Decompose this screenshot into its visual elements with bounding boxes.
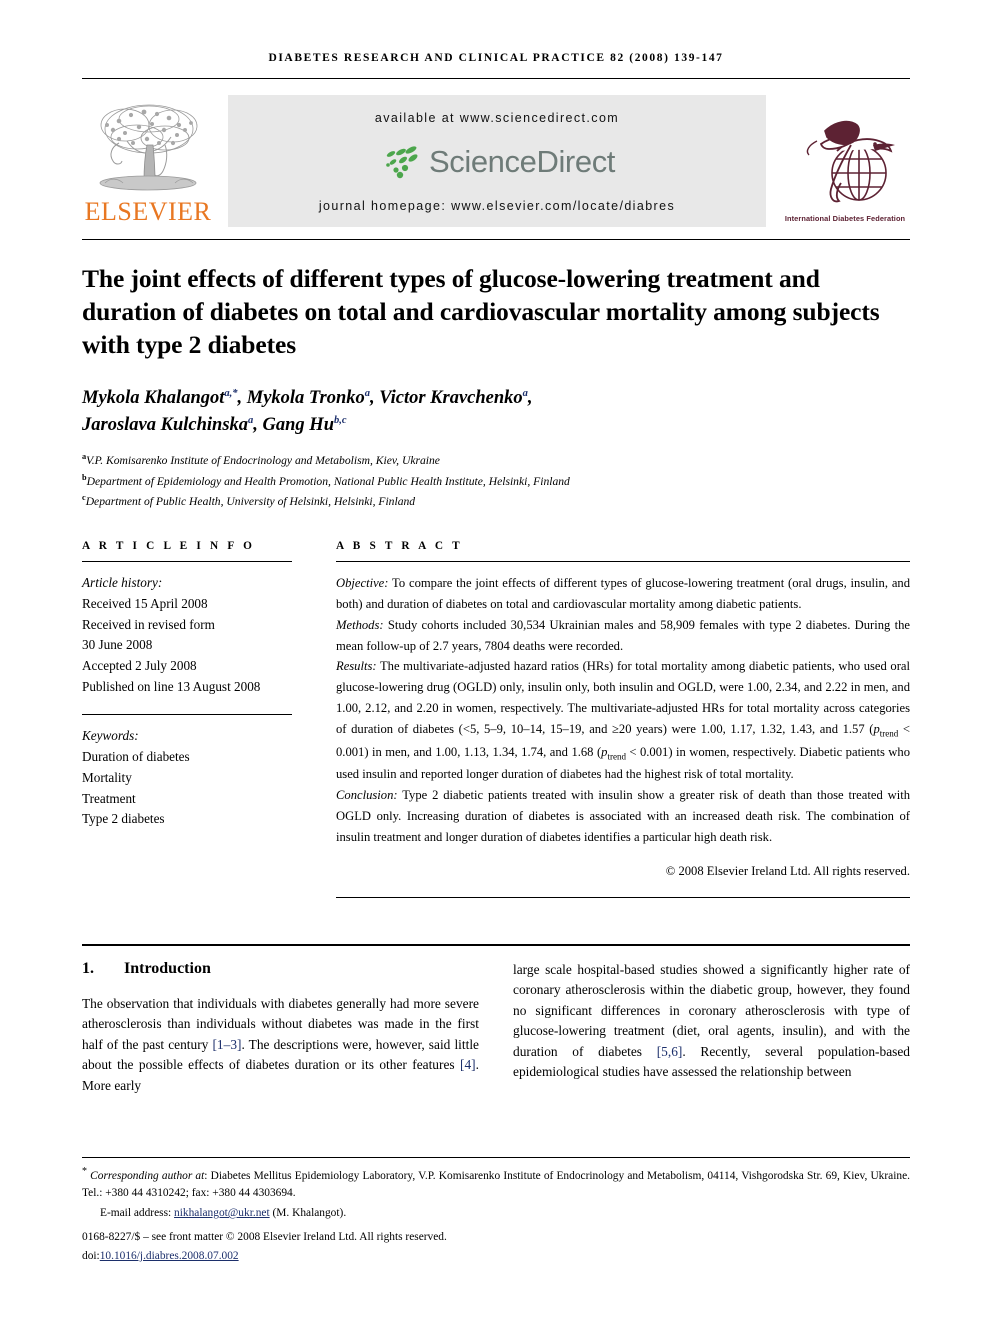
keyword-item: Treatment	[82, 790, 136, 806]
abstract-rule	[336, 560, 910, 562]
abstract-objective: Objective: To compare the joint effects …	[336, 573, 910, 615]
article-info-rule	[82, 560, 292, 562]
abstract-copyright: © 2008 Elsevier Ireland Ltd. All rights …	[665, 863, 910, 878]
author-4: Jaroslava Kulchinska	[82, 414, 249, 435]
abstract-methods: Methods: Study cohorts included 30,534 U…	[336, 615, 910, 657]
body-left-column: 1. Introduction The observation that ind…	[82, 960, 479, 1097]
doi-line: doi:10.1016/j.diabres.2008.07.002	[82, 1248, 910, 1265]
author-2-prefix: , Mykola Tronko	[237, 388, 365, 409]
author-1-affil-marker: a,*	[224, 388, 238, 400]
idf-bird-globe-icon	[791, 111, 899, 211]
available-at-text: available at www.sciencedirect.com	[374, 111, 620, 125]
body-columns: 1. Introduction The observation that ind…	[82, 960, 910, 1097]
affiliation-list: aV.P. Komisarenko Institute of Endocrino…	[82, 450, 910, 512]
keywords-rule	[82, 714, 292, 716]
abstract-column: A B S T R A C T Objective: To compare th…	[314, 540, 910, 898]
abstract-results: Results: The multivariate-adjusted hazar…	[336, 656, 910, 784]
footnote-region: * Corresponding author at: Diabetes Mell…	[0, 1156, 992, 1265]
asterisk-icon: *	[82, 1165, 87, 1177]
abstract-conclusion-label: Conclusion:	[336, 787, 398, 802]
banner-divider	[82, 239, 910, 240]
elsevier-logo: ELSEVIER	[82, 95, 214, 227]
email-label: E-mail address:	[100, 1207, 172, 1220]
page-title: The joint effects of different types of …	[82, 264, 880, 360]
footnotes: * Corresponding author at: Diabetes Mell…	[82, 1164, 910, 1265]
section-heading-introduction: 1. Introduction	[82, 960, 479, 978]
sciencedirect-box: available at www.sciencedirect.com Scien…	[228, 95, 766, 227]
body-top-rule	[82, 943, 910, 946]
history-received: Received 15 April 2008	[82, 595, 208, 611]
history-revised-label: Received in revised form	[82, 616, 215, 632]
section-number: 1.	[82, 959, 94, 977]
keywords-label: Keywords:	[82, 728, 139, 744]
journal-homepage-text: journal homepage: www.elsevier.com/locat…	[318, 199, 676, 213]
author-list: Mykola Khalangota,*, Mykola Tronkoa, Vic…	[82, 385, 910, 438]
idf-caption: International Diabetes Federation	[784, 214, 906, 223]
email-suffix: (M. Khalangot).	[269, 1207, 347, 1220]
citation-4[interactable]: [4]	[460, 1057, 476, 1072]
article-info-heading: A R T I C L E I N F O	[82, 539, 256, 552]
introduction-right-paragraph: large scale hospital-based studies showe…	[513, 960, 910, 1083]
abstract-ptrend-1-sub: trend	[879, 728, 899, 739]
article-info-column: A R T I C L E I N F O Article history: R…	[82, 540, 314, 898]
publisher-banner: ELSEVIER available at www.sciencedirect.…	[82, 95, 910, 227]
affiliation-b: bDepartment of Epidemiology and Health P…	[82, 471, 910, 492]
article-page: DIABETES RESEARCH AND CLINICAL PRACTICE …	[0, 0, 992, 1323]
affiliation-a-text: V.P. Komisarenko Institute of Endocrinol…	[86, 453, 440, 467]
sciencedirect-wordmark: ScienceDirect	[428, 144, 616, 179]
citation-1-3[interactable]: [1–3]	[212, 1037, 241, 1052]
header-divider	[82, 78, 910, 79]
abstract-conclusion-text: Type 2 diabetic patients treated with in…	[336, 787, 910, 844]
abstract-conclusion: Conclusion: Type 2 diabetic patients tre…	[336, 785, 910, 848]
author-1: Mykola Khalangot	[82, 388, 225, 409]
corresponding-author-note: * Corresponding author at: Diabetes Mell…	[82, 1164, 910, 1202]
affiliation-c: cDepartment of Public Health, University…	[82, 491, 910, 512]
sciencedirect-leaf-icon	[379, 145, 425, 179]
keywords-block: Keywords: Duration of diabetes Mortality…	[82, 726, 292, 830]
abstract-objective-text: To compare the joint effects of differen…	[336, 575, 910, 611]
citation-5-6[interactable]: [5,6]	[657, 1044, 683, 1059]
article-history-label: Article history:	[82, 574, 163, 590]
abstract-results-label: Results:	[336, 659, 377, 674]
email-link[interactable]: nikhalangot@ukr.net	[174, 1207, 270, 1219]
abstract-bottom-rule	[336, 896, 910, 898]
doi-link[interactable]: 10.1016/j.diabres.2008.07.002	[100, 1250, 239, 1262]
abstract-body: Objective: To compare the joint effects …	[336, 573, 910, 848]
issn-line: 0168-8227/$ – see front matter © 2008 El…	[82, 1231, 447, 1244]
sciencedirect-logo: ScienceDirect	[379, 144, 615, 180]
abstract-methods-label: Methods:	[336, 617, 384, 632]
affiliation-a: aV.P. Komisarenko Institute of Endocrino…	[82, 450, 910, 471]
history-accepted: Accepted 2 July 2008	[82, 658, 197, 674]
footnote-rule	[82, 1156, 910, 1158]
elsevier-tree-icon	[89, 99, 207, 197]
section-title: Introduction	[124, 959, 211, 977]
corresponding-author-text: : Diabetes Mellitus Epidemiology Laborat…	[82, 1169, 910, 1199]
abstract-heading: A B S T R A C T	[336, 539, 463, 552]
corresponding-author-label: Corresponding author at	[90, 1169, 205, 1182]
body-right-column: large scale hospital-based studies showe…	[513, 960, 910, 1097]
email-note: E-mail address: nikhalangot@ukr.net (M. …	[82, 1205, 910, 1222]
article-history: Article history: Received 15 April 2008 …	[82, 573, 292, 698]
elsevier-wordmark: ELSEVIER	[84, 197, 212, 226]
history-revised-date: 30 June 2008	[82, 637, 153, 653]
author-5-affil-marker: b,c	[333, 414, 347, 426]
affiliation-b-text: Department of Epidemiology and Health Pr…	[86, 474, 570, 488]
author-3-prefix: , Victor Kravchenko	[370, 388, 523, 409]
introduction-left-paragraph: The observation that individuals with di…	[82, 994, 479, 1097]
idf-logo: International Diabetes Federation	[780, 95, 910, 227]
doi-prefix: doi:	[82, 1249, 100, 1262]
keyword-item: Type 2 diabetes	[82, 811, 165, 827]
keyword-item: Mortality	[82, 769, 132, 785]
info-abstract-block: A R T I C L E I N F O Article history: R…	[82, 540, 910, 898]
author-5-prefix: , Gang Hu	[253, 414, 334, 435]
author-line1-tail: ,	[527, 388, 533, 409]
history-published: Published on line 13 August 2008	[82, 679, 261, 695]
keyword-item: Duration of diabetes	[82, 748, 190, 764]
abstract-ptrend-2-sub: trend	[607, 751, 626, 762]
abstract-results-text-a: The multivariate-adjusted hazard ratios …	[336, 659, 910, 737]
affiliation-c-text: Department of Public Health, University …	[85, 495, 416, 509]
abstract-objective-label: Objective:	[336, 575, 389, 590]
abstract-methods-text: Study cohorts included 30,534 Ukrainian …	[336, 617, 910, 653]
running-head: DIABETES RESEARCH AND CLINICAL PRACTICE …	[268, 52, 724, 64]
